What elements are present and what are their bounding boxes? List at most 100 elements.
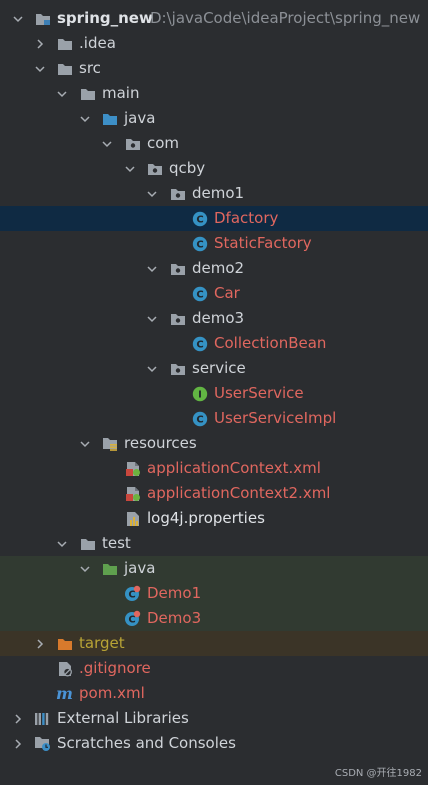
tree-row-demo3[interactable]: demo3 [0,306,428,331]
tree-row-applicationcontext2-xml[interactable]: applicationContext2.xml [0,481,428,506]
tree-label: com [147,134,180,152]
tree-row-service[interactable]: service [0,356,428,381]
tree-row-resources[interactable]: resources [0,431,428,456]
chevron-down-icon[interactable] [146,356,158,381]
tree-label: java [124,559,156,577]
maven-icon: m [56,685,73,702]
tree-row-pom-xml[interactable]: m pom.xml [0,681,428,706]
scratches-icon [34,735,51,752]
chevron-down-icon[interactable] [79,556,91,581]
tree-label: resources [124,434,197,452]
module-folder-icon [34,10,51,27]
tree-row-dfactory[interactable]: C Dfactory [0,206,428,231]
svg-text:C: C [196,339,203,350]
svg-text:C: C [128,590,135,601]
chevron-down-icon[interactable] [146,256,158,281]
package-icon [124,135,141,152]
folder-icon [79,85,96,102]
tree-row-log4j-properties[interactable]: log4j.properties [0,506,428,531]
tree-label: test [102,534,131,552]
chevron-down-icon[interactable] [79,431,91,456]
tree-row-demo2[interactable]: demo2 [0,256,428,281]
interface-icon: I [191,385,208,402]
tree-label: External Libraries [57,709,189,727]
ignore-file-icon [56,660,73,677]
chevron-down-icon[interactable] [79,106,91,131]
tree-label: src [79,59,101,77]
class-icon: C [191,410,208,427]
package-icon [169,185,186,202]
project-path: D:\javaCode\ideaProject\spring_new [150,9,421,27]
chevron-down-icon[interactable] [124,156,136,181]
tree-row-applicationcontext-xml[interactable]: applicationContext.xml [0,456,428,481]
chevron-right-icon[interactable] [34,631,46,656]
chevron-down-icon[interactable] [56,531,68,556]
tree-label: StaticFactory [214,234,312,252]
tree-label: java [124,109,156,127]
tree-row-com[interactable]: com [0,131,428,156]
tree-label: qcby [169,159,206,177]
chevron-down-icon[interactable] [146,181,158,206]
package-icon [169,360,186,377]
tree-row-external-libraries[interactable]: External Libraries [0,706,428,731]
tree-row-gitignore[interactable]: .gitignore [0,656,428,681]
tree-row-qcby[interactable]: qcby [0,156,428,181]
chevron-down-icon[interactable] [146,306,158,331]
tree-label: Demo1 [147,584,202,602]
tree-row-src[interactable]: src [0,56,428,81]
chevron-right-icon[interactable] [12,731,24,756]
tree-row-staticfactory[interactable]: C StaticFactory [0,231,428,256]
tree-row-demo1[interactable]: demo1 [0,181,428,206]
svg-text:C: C [196,239,203,250]
tree-row-main[interactable]: main [0,81,428,106]
chevron-right-icon[interactable] [34,31,46,56]
tree-row-spring-new[interactable]: spring_new D:\javaCode\ideaProject\sprin… [0,6,428,31]
properties-file-icon [124,510,141,527]
tree-row-collectionbean[interactable]: C CollectionBean [0,331,428,356]
tree-row-java[interactable]: java [0,106,428,131]
tree-row-idea[interactable]: .idea [0,31,428,56]
resources-folder-icon [101,435,118,452]
test-class-icon: C [124,585,141,602]
test-source-folder-icon [101,560,118,577]
chevron-down-icon[interactable] [12,6,24,31]
package-icon [146,160,163,177]
package-icon [169,310,186,327]
tree-label: Demo3 [147,609,202,627]
class-icon: C [191,285,208,302]
spring-xml-file-icon [124,460,141,477]
chevron-down-icon[interactable] [34,56,46,81]
tree-label: service [192,359,246,377]
tree-label: demo2 [192,259,245,277]
tree-row-car[interactable]: C Car [0,281,428,306]
tree-row-demo1-test[interactable]: C Demo1 [0,581,428,606]
svg-text:m: m [56,686,73,701]
tree-label: Car [214,284,240,302]
tree-row-userservice[interactable]: I UserService [0,381,428,406]
tree-label: main [102,84,140,102]
tree-row-test-java[interactable]: java [0,556,428,581]
tree-label: applicationContext.xml [147,459,321,477]
excluded-folder-icon [56,635,73,652]
tree-label: log4j.properties [147,509,265,527]
tree-label: UserService [214,384,304,402]
tree-label: demo1 [192,184,245,202]
tree-row-test[interactable]: test [0,531,428,556]
svg-text:I: I [198,389,202,400]
package-icon [169,260,186,277]
spring-xml-file-icon [124,485,141,502]
class-icon: C [191,335,208,352]
tree-row-demo3-test[interactable]: C Demo3 [0,606,428,631]
project-tree: spring_new D:\javaCode\ideaProject\sprin… [0,6,428,756]
test-class-icon: C [124,610,141,627]
svg-text:C: C [196,214,203,225]
source-folder-icon [101,110,118,127]
tree-row-scratches[interactable]: Scratches and Consoles [0,731,428,756]
chevron-down-icon[interactable] [56,81,68,106]
tree-row-userserviceimpl[interactable]: C UserServiceImpl [0,406,428,431]
tree-label: .gitignore [79,659,151,677]
chevron-right-icon[interactable] [12,706,24,731]
tree-row-target[interactable]: target [0,631,428,656]
chevron-down-icon[interactable] [101,131,113,156]
tree-label: UserServiceImpl [214,409,337,427]
